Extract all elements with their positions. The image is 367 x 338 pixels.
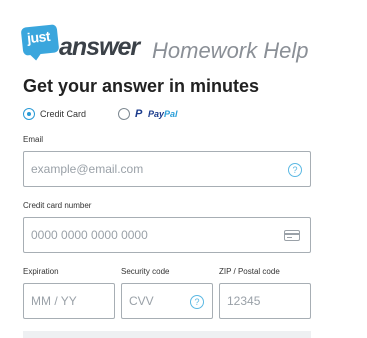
- card-number-field[interactable]: 0000 0000 0000 0000: [23, 217, 311, 253]
- paypal-label-pay: Pay: [148, 109, 165, 119]
- paypal-radio[interactable]: [118, 108, 130, 120]
- email-field[interactable]: example@email.com ?: [23, 151, 311, 187]
- payment-method-selector: Credit Card P PayPal: [23, 108, 223, 122]
- email-placeholder: example@email.com: [31, 162, 144, 176]
- expiration-placeholder: MM / YY: [31, 294, 77, 308]
- security-code-field[interactable]: CVV ?: [121, 283, 213, 319]
- paypal-label-pal: Pal: [164, 109, 178, 119]
- security-code-label: Security code: [121, 267, 170, 276]
- logo-wordmark: answer: [59, 33, 140, 61]
- card-number-label: Credit card number: [23, 201, 92, 210]
- logo-badge-text: just: [26, 27, 51, 47]
- security-code-help-icon[interactable]: ?: [190, 295, 204, 309]
- page-title: Get your answer in minutes: [23, 76, 260, 96]
- credit-card-icon: [284, 230, 300, 241]
- card-number-placeholder: 0000 0000 0000 0000: [31, 228, 148, 242]
- submit-button-partial[interactable]: [23, 331, 311, 338]
- zip-placeholder: 12345: [227, 294, 261, 308]
- zip-label: ZIP / Postal code: [219, 267, 280, 276]
- paypal-icon: P: [135, 108, 143, 120]
- justanswer-logo: just answer Homework Help: [20, 24, 352, 63]
- email-label: Email: [23, 135, 44, 144]
- credit-card-label[interactable]: Credit Card: [40, 109, 86, 119]
- security-code-placeholder: CVV: [129, 294, 154, 308]
- zip-field[interactable]: 12345: [219, 283, 311, 319]
- expiration-label: Expiration: [23, 267, 59, 276]
- logo-suffix: Homework Help: [152, 38, 309, 63]
- paypal-label[interactable]: PayPal: [148, 109, 178, 119]
- expiration-field[interactable]: MM / YY: [23, 283, 115, 319]
- credit-card-radio[interactable]: [23, 108, 35, 120]
- email-help-icon[interactable]: ?: [288, 163, 302, 177]
